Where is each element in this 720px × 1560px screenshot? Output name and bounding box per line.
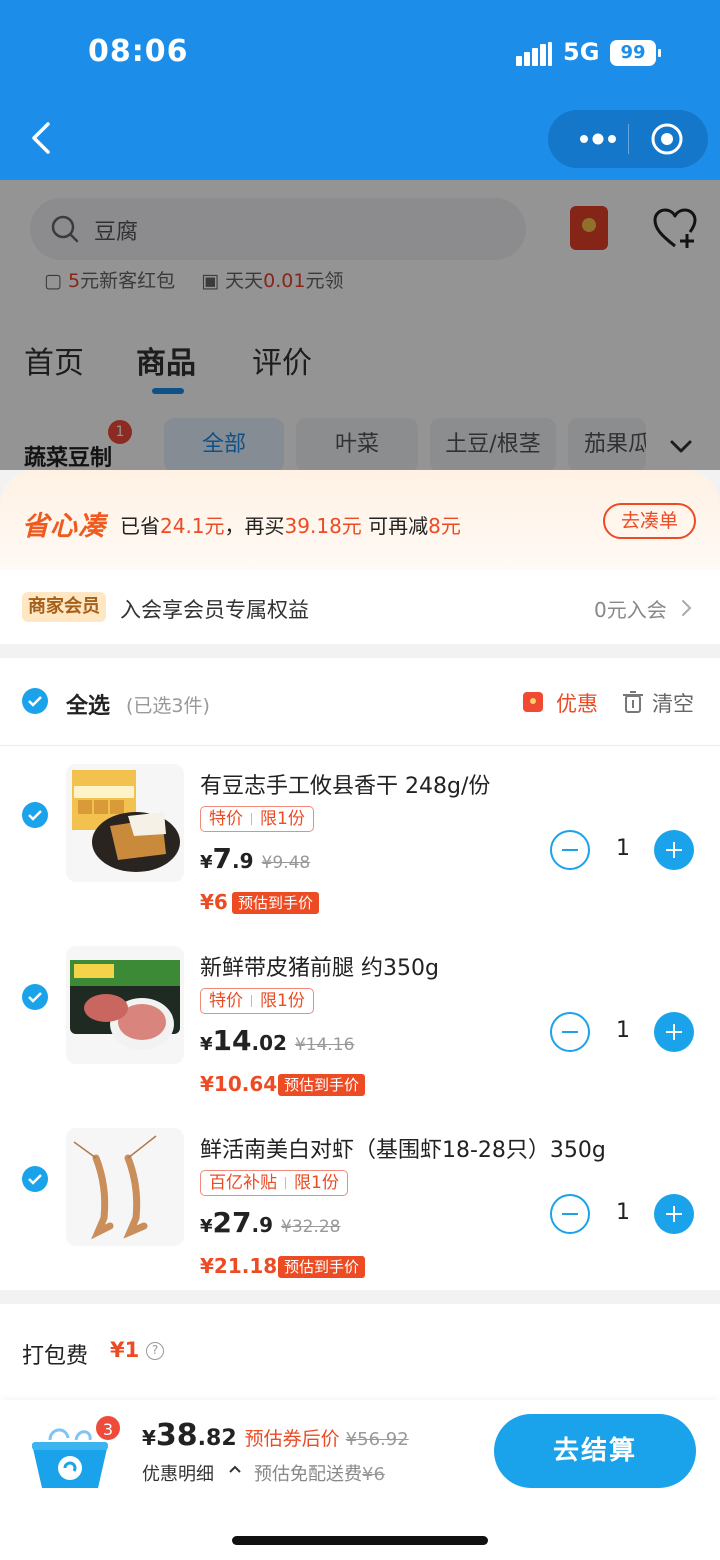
quantity: 1 (616, 1018, 630, 1043)
pack-fee-label: 打包费 (22, 1344, 89, 1369)
item-checkbox[interactable] (22, 802, 48, 828)
total-price: ¥38.82 预估券后价 ¥56.92 (142, 1418, 409, 1453)
increase-button[interactable] (654, 1012, 694, 1052)
pack-fee-value: ¥1 (110, 1338, 140, 1362)
back-icon[interactable] (24, 118, 64, 158)
product-price: ¥7.9 ¥9.48 (200, 842, 311, 875)
product-tags: 特价 限1份 (200, 988, 314, 1014)
product-image-pork[interactable] (66, 946, 184, 1064)
decrease-button[interactable] (550, 830, 590, 870)
product-image-tofu[interactable] (66, 764, 184, 882)
member-tag: 商家会员 (22, 592, 106, 622)
item-checkbox[interactable] (22, 1166, 48, 1192)
shipping-info: 预估免配送费¥6 (254, 1464, 385, 1485)
cart-item: 新鲜带皮猪前腿 约350g 特价 限1份 ¥14.02 ¥14.16 ¥10.64 … (0, 928, 720, 1108)
product-title[interactable]: 鲜活南美白对虾（基围虾18-28只）350g (200, 1132, 606, 1164)
help-icon[interactable]: ? (146, 1342, 164, 1360)
capsule-divider (628, 124, 629, 154)
dim-overlay[interactable] (0, 180, 720, 470)
trash-icon[interactable] (622, 690, 644, 714)
miniprogram-capsule (548, 110, 708, 168)
top-bar: 08:06 5G 99 (0, 0, 720, 180)
network-label: 5G (563, 38, 600, 66)
select-all-checkbox[interactable] (22, 688, 48, 714)
checkout-button[interactable]: 去结算 (494, 1414, 696, 1488)
pack-fee-row: 打包费 ¥1 ? (0, 1304, 720, 1400)
chevron-right-icon (682, 600, 692, 616)
estimated-price: ¥21.18 (200, 1254, 278, 1278)
cart-list: 全选 (已选3件) 优惠 清空 有豆志手工攸县香干 248g/份 特价 限1份 … (0, 658, 720, 1290)
discount-icon (523, 692, 543, 712)
increase-button[interactable] (654, 1194, 694, 1234)
product-title[interactable]: 有豆志手工攸县香干 248g/份 (200, 768, 490, 800)
quantity: 1 (616, 1200, 630, 1225)
chevron-up-icon[interactable] (228, 1464, 242, 1474)
discount-button[interactable]: 优惠 (556, 688, 598, 718)
decrease-button[interactable] (550, 1012, 590, 1052)
checkout-bar: 3 ¥38.82 预估券后价 ¥56.92 优惠明细 预估免配送费¥6 去结算 (0, 1400, 720, 1560)
basket-count-badge: 3 (94, 1414, 122, 1442)
product-title[interactable]: 新鲜带皮猪前腿 约350g (200, 950, 439, 982)
more-icon[interactable] (570, 110, 628, 168)
item-checkbox[interactable] (22, 984, 48, 1010)
battery-icon: 99 (610, 40, 661, 66)
close-target-icon[interactable] (650, 122, 684, 156)
select-all-label[interactable]: 全选 (66, 688, 110, 720)
member-join-link[interactable]: 0元入会 (594, 594, 667, 623)
home-indicator (232, 1536, 488, 1545)
increase-button[interactable] (654, 830, 694, 870)
cart-item: 鲜活南美白对虾（基围虾18-28只）350g 百亿补贴 限1份 ¥27.9 ¥32.… (0, 1110, 720, 1290)
selected-count: (已选3件) (126, 695, 210, 717)
member-desc: 入会享会员专属权益 (120, 598, 309, 622)
estimated-tag: 预估到手价 (278, 1074, 366, 1096)
discount-detail-toggle[interactable]: 优惠明细 (142, 1460, 214, 1486)
estimated-tag: 预估到手价 (278, 1256, 366, 1278)
product-tags: 百亿补贴 限1份 (200, 1170, 348, 1196)
product-image-shrimp[interactable] (66, 1128, 184, 1246)
cart-item: 有豆志手工攸县香干 248g/份 特价 限1份 ¥7.9 ¥9.48 ¥6 预估到手… (0, 746, 720, 926)
saving-logo: 省心凑 (22, 511, 106, 542)
estimated-price: ¥10.64 (200, 1072, 278, 1096)
product-price: ¥27.9 ¥32.28 (200, 1206, 341, 1239)
estimated-price: ¥6 (200, 890, 228, 914)
status-time: 08:06 (88, 34, 189, 69)
saving-text: 已省24.1元，再买39.18元 可再减8元 (120, 514, 461, 538)
decrease-button[interactable] (550, 1194, 590, 1234)
cart-sheet: 省心凑 已省24.1元，再买39.18元 可再减8元 去凑单 商家会员 入会享会… (0, 470, 720, 1560)
saving-banner: 省心凑 已省24.1元，再买39.18元 可再减8元 去凑单 (0, 470, 720, 570)
quantity: 1 (616, 836, 630, 861)
signal-icon (516, 42, 552, 66)
clear-button[interactable]: 清空 (652, 688, 694, 718)
member-row[interactable]: 商家会员 入会享会员专属权益 0元入会 (0, 570, 720, 644)
add-more-button[interactable]: 去凑单 (603, 503, 696, 539)
product-tags: 特价 限1份 (200, 806, 314, 832)
product-price: ¥14.02 ¥14.16 (200, 1024, 355, 1057)
estimated-tag: 预估到手价 (232, 892, 320, 914)
